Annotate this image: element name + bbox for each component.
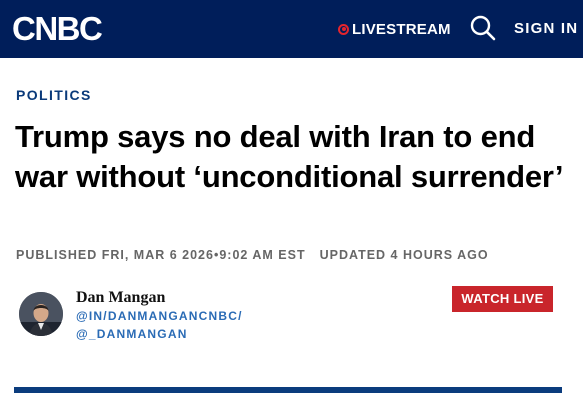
article-timestamps: PUBLISHED FRI, MAR 6 2026•9:02 AM EST UPD… — [16, 248, 489, 262]
published-time: PUBLISHED FRI, MAR 6 2026•9:02 AM EST — [16, 248, 306, 262]
live-indicator-icon — [338, 23, 349, 35]
watch-live-button[interactable]: WATCH LIVE — [452, 286, 553, 312]
content-divider — [14, 387, 562, 393]
sign-in-button[interactable]: SIGN IN — [514, 20, 578, 37]
section-kicker[interactable]: POLITICS — [16, 87, 92, 103]
article-headline: Trump says no deal with Iran to end war … — [15, 119, 564, 194]
top-nav-bar: CNBC LIVESTREAM SIGN IN — [0, 0, 583, 58]
author-twitter-link[interactable]: @_DANMANGAN — [76, 327, 188, 341]
livestream-label: LIVESTREAM — [352, 20, 451, 38]
author-linkedin-link[interactable]: @IN/DANMANGANCNBC/ — [76, 309, 243, 323]
author-avatar[interactable] — [19, 292, 63, 336]
search-button[interactable] — [469, 14, 497, 42]
livestream-link[interactable]: LIVESTREAM — [338, 18, 451, 40]
author-photo — [19, 292, 63, 336]
author-name[interactable]: Dan Mangan — [76, 289, 165, 307]
updated-time: UPDATED 4 HOURS AGO — [319, 248, 489, 262]
cnbc-logo[interactable]: CNBC — [12, 9, 108, 49]
search-icon — [470, 15, 496, 41]
